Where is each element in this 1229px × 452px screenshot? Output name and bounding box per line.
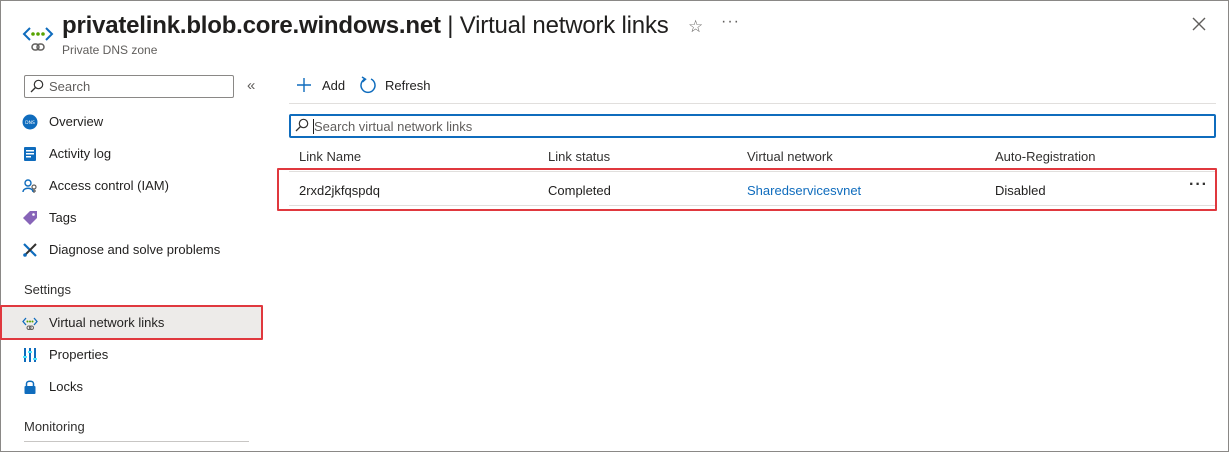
lock-icon (22, 379, 38, 395)
private-dns-zone-icon (22, 22, 54, 54)
add-button[interactable]: Add (296, 76, 348, 96)
activity-log-icon (22, 146, 38, 162)
sidebar-item-overview[interactable]: DNS Overview (0, 106, 262, 138)
sidebar-search-placeholder: Search (49, 79, 91, 94)
search-icon (295, 118, 309, 132)
sidebar-search-input[interactable]: Search (24, 75, 234, 98)
column-header-link-status[interactable]: Link status (548, 149, 610, 164)
sidebar-item-activity-log[interactable]: Activity log (0, 138, 262, 170)
plus-icon (296, 77, 312, 93)
column-header-auto-registration[interactable]: Auto-Registration (995, 149, 1095, 164)
refresh-icon (359, 76, 377, 94)
page-title-resource: privatelink.blob.core.windows.net (62, 12, 441, 39)
page-subtitle: Private DNS zone (62, 43, 158, 57)
sidebar-item-diagnose[interactable]: Diagnose and solve problems (0, 234, 262, 266)
section-settings-label: Settings (24, 282, 71, 297)
page-title: privatelink.blob.core.windows.net | Virt… (62, 12, 669, 40)
refresh-button-label: Refresh (385, 78, 431, 93)
page-title-blade: | Virtual network links (440, 12, 669, 39)
search-virtual-network-links-input[interactable]: Search virtual network links (289, 114, 1216, 138)
sidebar-item-label: Properties (49, 347, 109, 362)
collapse-sidebar-button[interactable]: « (247, 77, 255, 94)
highlight-box-row (277, 168, 1217, 211)
sidebar-item-label: Overview (49, 114, 104, 129)
sidebar-item-locks[interactable]: Locks (0, 371, 262, 403)
dns-overview-icon: DNS (22, 114, 38, 130)
sidebar-item-label: Activity log (49, 146, 112, 161)
sidebar-item-properties[interactable]: Properties (0, 339, 262, 371)
refresh-button[interactable]: Refresh (359, 76, 433, 96)
wrench-icon (22, 242, 38, 258)
highlight-box-sidebar (0, 305, 263, 340)
sidebar-item-tags[interactable]: Tags (0, 202, 262, 234)
column-header-link-name[interactable]: Link Name (299, 149, 361, 164)
sidebar-item-label: Locks (49, 379, 83, 394)
toolbar-divider (289, 103, 1216, 104)
sidebar-item-label: Tags (49, 210, 77, 225)
section-monitoring-label: Monitoring (24, 419, 85, 434)
search-icon (30, 79, 44, 93)
sidebar-item-label: Diagnose and solve problems (49, 242, 221, 257)
svg-text:DNS: DNS (25, 120, 35, 126)
close-icon[interactable] (1190, 15, 1208, 33)
iam-icon (22, 178, 38, 194)
tag-icon (22, 210, 38, 226)
search-placeholder: Search virtual network links (314, 119, 473, 134)
sidebar-item-access-control[interactable]: Access control (IAM) (0, 170, 262, 202)
properties-icon (22, 347, 38, 363)
header-more-button[interactable]: ··· (721, 13, 740, 31)
add-button-label: Add (322, 78, 346, 93)
sidebar-item-label: Access control (IAM) (49, 178, 169, 193)
column-header-virtual-network[interactable]: Virtual network (747, 149, 833, 164)
sidebar-divider (24, 441, 249, 442)
favorite-star-icon[interactable]: ☆ (688, 17, 703, 37)
